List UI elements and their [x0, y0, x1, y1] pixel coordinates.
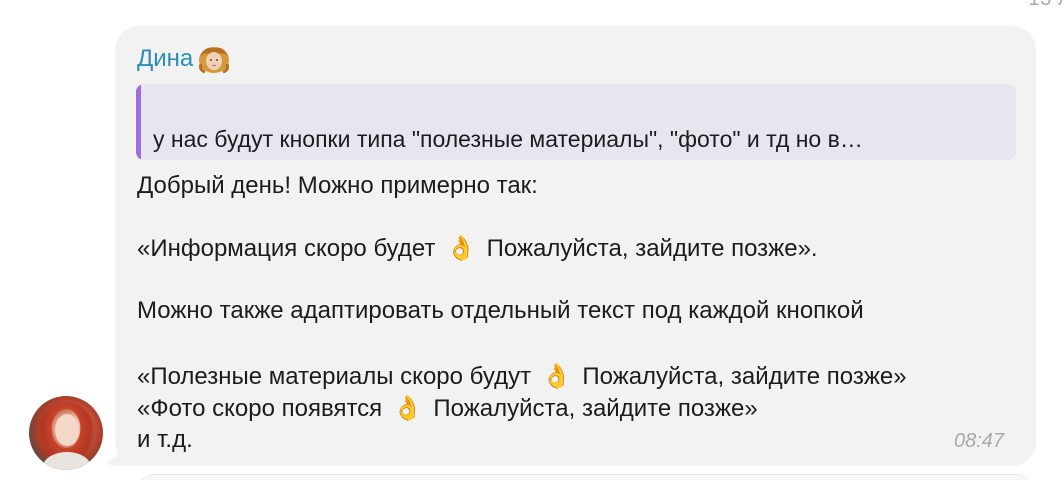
sender-name[interactable]: Дина [137, 44, 231, 74]
reply-quote-text: у нас будут кнопки типа "полезные матери… [153, 126, 863, 152]
reply-quote-bar [136, 84, 141, 160]
example-1-end: Пожалуйста, зайдите позже». [486, 235, 818, 262]
ok-hand-icon: 👌 [541, 363, 572, 390]
example-2-start: «Полезные материалы скоро будут [137, 363, 532, 390]
ok-hand-icon: 👌 [392, 395, 423, 422]
message-line-adapt: Можно также адаптировать отдельный текст… [137, 297, 864, 324]
next-message-bubble-edge [135, 474, 1035, 480]
message-line-example-3: «Фото скоро появятся 👌 Пожалуйста, зайди… [137, 394, 758, 423]
chat-view: 13 л Дина у нас будут кнопки типа "полез… [0, 0, 1064, 480]
message-line-etc: и т.д. [137, 426, 193, 453]
message-line-greeting: Добрый день! Можно примерно так: [137, 172, 538, 199]
example-1-start: «Информация скоро будет [137, 235, 436, 262]
example-3-start: «Фото скоро появятся [137, 395, 383, 422]
message-time: 08:47 [954, 430, 1005, 452]
message-line-example-1: «Информация скоро будет 👌 Пожалуйста, за… [137, 234, 818, 263]
previous-message-time: 13 л [1029, 0, 1064, 11]
example-3-end: Пожалуйста, зайдите позже» [433, 395, 758, 422]
example-2-end: Пожалуйста, зайдите позже» [582, 363, 907, 390]
venus-face-icon [197, 44, 231, 74]
message-line-example-2: «Полезные материалы скоро будут 👌 Пожалу… [137, 362, 907, 391]
avatar[interactable] [29, 396, 103, 470]
ok-hand-icon: 👌 [446, 235, 476, 262]
sender-name-text: Дина [137, 45, 194, 72]
reply-quote[interactable]: у нас будут кнопки типа "полезные матери… [136, 84, 1016, 160]
